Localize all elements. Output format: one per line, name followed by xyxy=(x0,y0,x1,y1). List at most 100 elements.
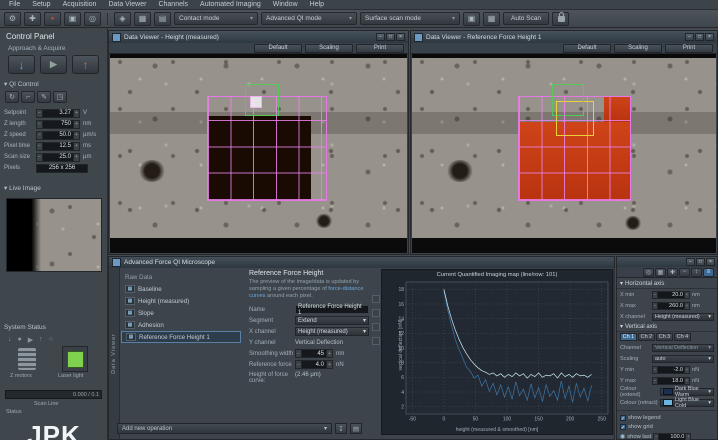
viewer-left-canvas[interactable] xyxy=(110,54,407,253)
smoothing-value[interactable]: 45 xyxy=(302,349,326,358)
xmax-stepper[interactable]: − 260.0 + xyxy=(652,302,690,310)
qi-tool-button-1[interactable]: ↻ xyxy=(5,91,19,103)
link-button[interactable] xyxy=(372,323,380,331)
decrement-icon[interactable]: − xyxy=(36,131,43,140)
menu-help[interactable]: Help xyxy=(305,1,329,8)
minimize-button[interactable]: − xyxy=(686,258,695,266)
zlength-stepper[interactable]: − 750 + xyxy=(36,120,80,129)
menu-acquisition[interactable]: Acquisition xyxy=(58,1,102,8)
load-operation-button[interactable]: ▤ xyxy=(350,423,362,434)
scaling-button[interactable]: Scaling xyxy=(305,44,353,53)
decrement-icon[interactable]: − xyxy=(36,142,43,151)
default-view-button[interactable]: Default xyxy=(254,44,302,53)
param-value[interactable]: 3.27 xyxy=(43,109,73,118)
default-view-button[interactable]: Default xyxy=(563,44,611,53)
move-stage-button[interactable]: ✚ xyxy=(24,12,41,26)
xmax-value[interactable]: 260.0 xyxy=(658,302,684,310)
add-operation-select[interactable]: Add new operation ▾ xyxy=(117,423,332,434)
pixeltime-stepper[interactable]: − 12.5 + xyxy=(36,142,80,151)
layout-button-2[interactable]: ▦ xyxy=(483,12,500,26)
name-input[interactable]: Reference Force Height 1 xyxy=(295,305,369,314)
qi-mode-select[interactable]: Advanced QI mode ▾ xyxy=(261,12,357,25)
viewer-left-titlebar[interactable]: Data Viewer - Height (measured) − □ × xyxy=(109,31,408,43)
decrement-icon[interactable]: − xyxy=(295,360,302,369)
decrement-icon[interactable]: − xyxy=(295,349,302,358)
lock-button[interactable] xyxy=(552,12,569,26)
decrement-icon[interactable]: − xyxy=(36,153,43,162)
menu-window[interactable]: Window xyxy=(268,1,303,8)
probe-button-2[interactable]: ▤ xyxy=(154,12,171,26)
qi-window-titlebar[interactable]: Advanced Force QI Microscope xyxy=(109,257,614,268)
increment-icon[interactable]: + xyxy=(685,433,691,440)
smoothing-stepper[interactable]: − 45 + xyxy=(295,349,333,358)
retract-button[interactable]: ↑ xyxy=(72,55,99,74)
colour-extend-select[interactable]: Dark Blue Warm ▾ xyxy=(660,388,714,396)
ymin-stepper[interactable]: − -2.0 + xyxy=(652,366,690,374)
zoom-out-button[interactable]: − xyxy=(679,268,690,277)
param-value[interactable]: 25.0 xyxy=(43,153,73,162)
ymax-stepper[interactable]: − 18.0 + xyxy=(652,377,690,385)
show-legend-checkbox[interactable]: ✓ xyxy=(620,415,626,421)
xchannel-select[interactable]: Height (measured) ▾ xyxy=(295,327,369,336)
decrement-icon[interactable]: − xyxy=(36,120,43,129)
pan-button[interactable]: ↕ xyxy=(691,268,702,277)
print-button[interactable]: Print xyxy=(356,44,404,53)
chart-plot-area[interactable]: 24681012141618-50050100150200250 xyxy=(386,279,612,427)
minimize-button[interactable]: − xyxy=(685,33,694,41)
selection-rect-green[interactable] xyxy=(245,84,279,116)
increment-icon[interactable]: + xyxy=(326,360,333,369)
operation-item-reference-force-height[interactable]: ▦ Reference Force Height 1 xyxy=(121,331,241,343)
operation-item-height-measured[interactable]: ▦ Height (measured) xyxy=(121,295,241,307)
menu-setup[interactable]: Setup xyxy=(27,1,55,8)
scaling-select[interactable]: auto ▾ xyxy=(652,355,714,363)
run-button[interactable]: ▶ xyxy=(40,55,67,74)
menu-data-viewer[interactable]: Data Viewer xyxy=(103,1,151,8)
param-value[interactable]: 50.0 xyxy=(43,131,73,140)
channel-select[interactable]: Vertical Deflection ▾ xyxy=(652,344,714,352)
link-button[interactable] xyxy=(372,309,380,317)
operation-item-slope[interactable]: ▦ Slope xyxy=(121,307,241,319)
mode-select[interactable]: Contact mode ▾ xyxy=(174,12,258,25)
probe-button-1[interactable]: ▦ xyxy=(134,12,151,26)
selection-rect-green[interactable] xyxy=(552,84,584,116)
increment-icon[interactable]: + xyxy=(73,153,80,162)
setpoint-stepper[interactable]: − 3.27 + xyxy=(36,109,80,118)
link-button[interactable] xyxy=(372,337,380,345)
grid-toggle-button[interactable]: ▦ xyxy=(655,268,666,277)
horizontal-axis-header[interactable]: ▾ Horizontal axis xyxy=(617,279,717,289)
show-last-stepper[interactable]: − 100.0 + xyxy=(653,433,691,440)
increment-icon[interactable]: + xyxy=(684,377,690,385)
menu-file[interactable]: File xyxy=(4,1,25,8)
zoom-tool-button[interactable]: ◎ xyxy=(84,12,101,26)
minimize-button[interactable]: − xyxy=(376,33,385,41)
zspeed-stepper[interactable]: − 50.0 + xyxy=(36,131,80,140)
tab-ch1[interactable]: Ch 1 xyxy=(620,333,637,341)
segment-select[interactable]: Extend ▾ xyxy=(295,316,369,325)
increment-icon[interactable]: + xyxy=(73,109,80,118)
link-button[interactable] xyxy=(372,295,380,303)
qi-tool-button-2[interactable]: ⌐ xyxy=(21,91,35,103)
qi-tool-button-4[interactable]: ◳ xyxy=(53,91,67,103)
ymin-value[interactable]: -2.0 xyxy=(658,366,684,374)
viewer-right-canvas[interactable] xyxy=(412,54,716,253)
ymax-value[interactable]: 18.0 xyxy=(658,377,684,385)
xmin-value[interactable]: 20.0 xyxy=(658,291,684,299)
layout-button-1[interactable]: ▣ xyxy=(463,12,480,26)
vertical-axis-header[interactable]: ▾ Vertical axis xyxy=(617,322,717,332)
xmin-stepper[interactable]: − 20.0 + xyxy=(652,291,690,299)
crosshair-button[interactable]: ✚ xyxy=(667,268,678,277)
qi-tool-button-3[interactable]: ✎ xyxy=(37,91,51,103)
param-value[interactable]: 750 xyxy=(43,120,73,129)
approach-button[interactable]: ↓ xyxy=(8,55,35,74)
operation-item-adhesion[interactable]: ▦ Adhesion xyxy=(121,319,241,331)
increment-icon[interactable]: + xyxy=(326,349,333,358)
maximize-button[interactable]: □ xyxy=(386,33,395,41)
scansize-stepper[interactable]: − 25.0 + xyxy=(36,153,80,162)
camera-button[interactable]: ◈ xyxy=(114,12,131,26)
param-value[interactable]: 12.5 xyxy=(43,142,73,151)
show-grid-checkbox[interactable]: ✓ xyxy=(620,424,626,430)
curve-panel-titlebar[interactable]: − □ × xyxy=(617,257,717,267)
show-last-value[interactable]: 100.0 xyxy=(659,433,685,440)
live-image-section-header[interactable]: ▾ Live Image xyxy=(4,184,41,192)
side-tab-data-viewer[interactable]: Data Viewer xyxy=(109,268,120,439)
